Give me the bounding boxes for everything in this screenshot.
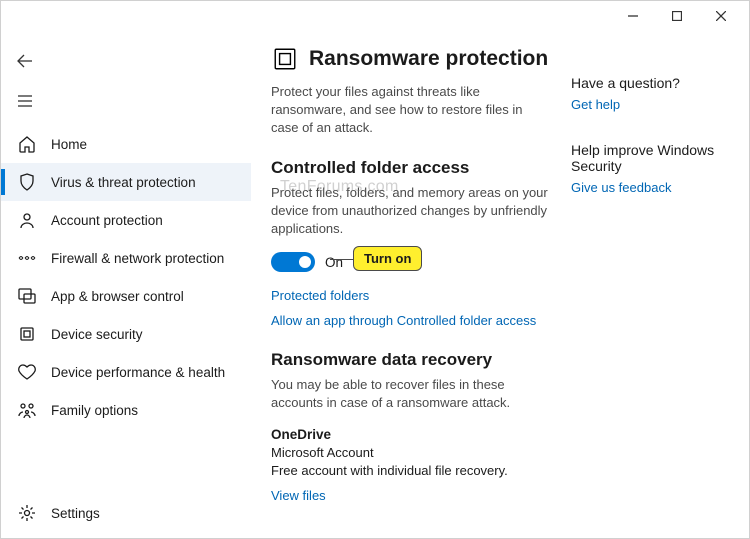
- cfa-toggle[interactable]: [271, 252, 315, 272]
- account-type: Microsoft Account: [271, 444, 551, 462]
- cfa-description: Protect files, folders, and memory areas…: [271, 184, 551, 239]
- shield-icon: [17, 172, 37, 192]
- sidebar-top: [1, 31, 251, 125]
- link-feedback[interactable]: Give us feedback: [571, 180, 737, 195]
- sidebar-item-label: Home: [51, 137, 87, 152]
- back-button[interactable]: [1, 41, 49, 81]
- family-icon: [17, 400, 37, 420]
- maximize-button[interactable]: [655, 2, 699, 30]
- chip-icon: [17, 324, 37, 344]
- aside-question-block: Have a question? Get help: [571, 75, 737, 112]
- menu-button[interactable]: [1, 81, 49, 121]
- account-name: OneDrive: [271, 427, 551, 442]
- body: Home Virus & threat protection Account p…: [1, 31, 749, 538]
- sidebar-item-app-browser[interactable]: App & browser control: [1, 277, 251, 315]
- sidebar-item-device-security[interactable]: Device security: [1, 315, 251, 353]
- minimize-button[interactable]: [611, 2, 655, 30]
- aside-improve-block: Help improve Windows Security Give us fe…: [571, 142, 737, 195]
- link-protected-folders[interactable]: Protected folders: [271, 288, 551, 303]
- app-browser-icon: [17, 286, 37, 306]
- ransomware-icon: [271, 45, 299, 73]
- question-heading: Have a question?: [571, 75, 737, 91]
- sidebar-item-label: Virus & threat protection: [51, 175, 196, 190]
- sidebar-item-performance[interactable]: Device performance & health: [1, 353, 251, 391]
- link-allow-app[interactable]: Allow an app through Controlled folder a…: [271, 313, 551, 328]
- sidebar-list: Home Virus & threat protection Account p…: [1, 125, 251, 494]
- sidebar-item-label: Family options: [51, 403, 138, 418]
- sidebar-item-label: Device security: [51, 327, 143, 342]
- home-icon: [17, 134, 37, 154]
- gear-icon: [17, 503, 37, 523]
- improve-heading: Help improve Windows Security: [571, 142, 737, 174]
- recovery-description: You may be able to recover files in thes…: [271, 376, 551, 412]
- link-get-help[interactable]: Get help: [571, 97, 737, 112]
- close-button[interactable]: [699, 2, 743, 30]
- sidebar: Home Virus & threat protection Account p…: [1, 31, 251, 538]
- sidebar-item-virus[interactable]: Virus & threat protection: [1, 163, 251, 201]
- sidebar-item-label: Settings: [51, 506, 100, 521]
- page-title: Ransomware protection: [309, 47, 548, 71]
- cfa-heading: Controlled folder access: [271, 158, 551, 178]
- page-header: Ransomware protection: [271, 45, 551, 73]
- sidebar-item-firewall[interactable]: Firewall & network protection: [1, 239, 251, 277]
- sidebar-item-account[interactable]: Account protection: [1, 201, 251, 239]
- page-description: Protect your files against threats like …: [271, 83, 551, 138]
- recovery-heading: Ransomware data recovery: [271, 350, 551, 370]
- sidebar-item-settings[interactable]: Settings: [1, 494, 251, 532]
- heart-icon: [17, 362, 37, 382]
- sidebar-item-label: App & browser control: [51, 289, 184, 304]
- sidebar-item-family[interactable]: Family options: [1, 391, 251, 429]
- aside: Have a question? Get help Help improve W…: [551, 45, 737, 538]
- callout-turn-on: Turn on: [353, 246, 422, 271]
- sidebar-item-label: Firewall & network protection: [51, 251, 224, 266]
- toggle-knob: [299, 256, 311, 268]
- sidebar-item-label: Device performance & health: [51, 365, 225, 380]
- sidebar-bottom: Settings: [1, 494, 251, 538]
- link-view-files[interactable]: View files: [271, 488, 551, 503]
- cfa-toggle-label: On: [325, 255, 343, 270]
- sidebar-item-home[interactable]: Home: [1, 125, 251, 163]
- person-icon: [17, 210, 37, 230]
- titlebar: [1, 1, 749, 31]
- window: Home Virus & threat protection Account p…: [0, 0, 750, 539]
- main: Ransomware protection Protect your files…: [251, 31, 749, 538]
- account-desc: Free account with individual file recove…: [271, 462, 551, 480]
- network-icon: [17, 248, 37, 268]
- sidebar-item-label: Account protection: [51, 213, 163, 228]
- cfa-toggle-row: On Turn on: [271, 252, 551, 272]
- content: Ransomware protection Protect your files…: [271, 45, 551, 538]
